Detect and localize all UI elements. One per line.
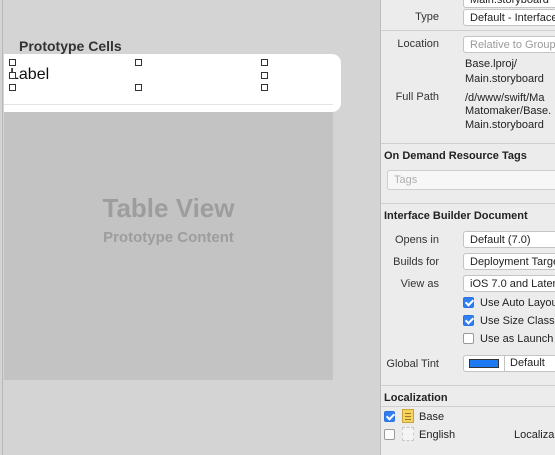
global-tint-label: Global Tint	[386, 358, 439, 370]
builds-for-label: Builds for	[393, 256, 439, 268]
view-as-popup[interactable]: iOS 7.0 and Later	[463, 275, 555, 292]
resize-handle[interactable]	[9, 59, 16, 66]
storyboard-canvas[interactable]: Prototype Cells Label Table View Prototy…	[0, 0, 380, 455]
opens-in-popup[interactable]: Default (7.0)	[463, 231, 555, 248]
location-path-line: Base.lproj/	[465, 58, 517, 70]
prototype-cells-title: Prototype Cells	[19, 38, 122, 54]
file-icon	[402, 427, 414, 441]
opens-in-label: Opens in	[394, 234, 439, 246]
full-path-line: Main.storyboard	[465, 119, 544, 131]
english-localization-label: English	[419, 429, 456, 441]
base-localization-checkbox[interactable]	[384, 411, 395, 422]
english-localization-type[interactable]: Localizable Strings	[514, 429, 555, 441]
resize-handle[interactable]	[9, 72, 16, 79]
divider	[504, 356, 505, 371]
divider	[381, 406, 555, 407]
auto-layout-checkbox[interactable]	[463, 297, 474, 308]
location-label: Location	[397, 38, 439, 50]
resize-handle[interactable]	[9, 84, 16, 91]
builds-for-popup[interactable]: Deployment Target	[463, 253, 555, 270]
localization-title: Localization	[384, 392, 448, 404]
resize-handle[interactable]	[135, 59, 142, 66]
divider	[381, 30, 555, 31]
auto-layout-label: Use Auto Layout	[480, 297, 555, 309]
size-classes-label: Use Size Classes	[480, 315, 555, 327]
base-localization-label: Base	[419, 411, 445, 423]
type-label: Type	[415, 11, 439, 23]
size-classes-checkbox[interactable]	[463, 315, 474, 326]
resize-handle[interactable]	[261, 84, 268, 91]
tint-color-swatch	[469, 359, 499, 368]
table-view-placeholder-subtitle: Prototype Content	[103, 229, 234, 246]
view-as-label: View as	[400, 278, 439, 290]
tint-value: Default	[510, 357, 545, 369]
location-popup[interactable]: Relative to Group	[463, 36, 555, 53]
table-view-placeholder-title: Table View	[102, 193, 235, 223]
full-path-label: Full Path	[395, 91, 439, 103]
ib-document-title: Interface Builder Document	[384, 210, 528, 222]
divider	[381, 385, 555, 386]
resize-handle[interactable]	[135, 84, 142, 91]
full-path-line: Matomaker/Base.	[465, 105, 552, 117]
file-inspector: Main.storyboard Type Default - Interface…	[380, 0, 555, 455]
resize-handle[interactable]	[261, 72, 268, 79]
canvas-border	[2, 0, 3, 455]
launch-screen-checkbox[interactable]	[463, 333, 474, 344]
divider	[381, 143, 555, 144]
english-localization-checkbox[interactable]	[384, 429, 395, 440]
location-path-line: Main.storyboard	[465, 73, 544, 85]
resize-handle[interactable]	[261, 59, 268, 66]
type-popup[interactable]: Default - Interface Builder	[463, 9, 555, 26]
on-demand-title: On Demand Resource Tags	[384, 150, 527, 162]
launch-screen-label: Use as Launch Screen	[480, 333, 555, 345]
divider	[381, 203, 555, 204]
file-icon	[402, 409, 414, 423]
tags-input[interactable]: Tags	[387, 170, 555, 190]
global-tint-popup[interactable]: Default	[463, 355, 555, 372]
cell-separator	[4, 104, 333, 105]
name-field[interactable]: Main.storyboard	[463, 0, 555, 8]
